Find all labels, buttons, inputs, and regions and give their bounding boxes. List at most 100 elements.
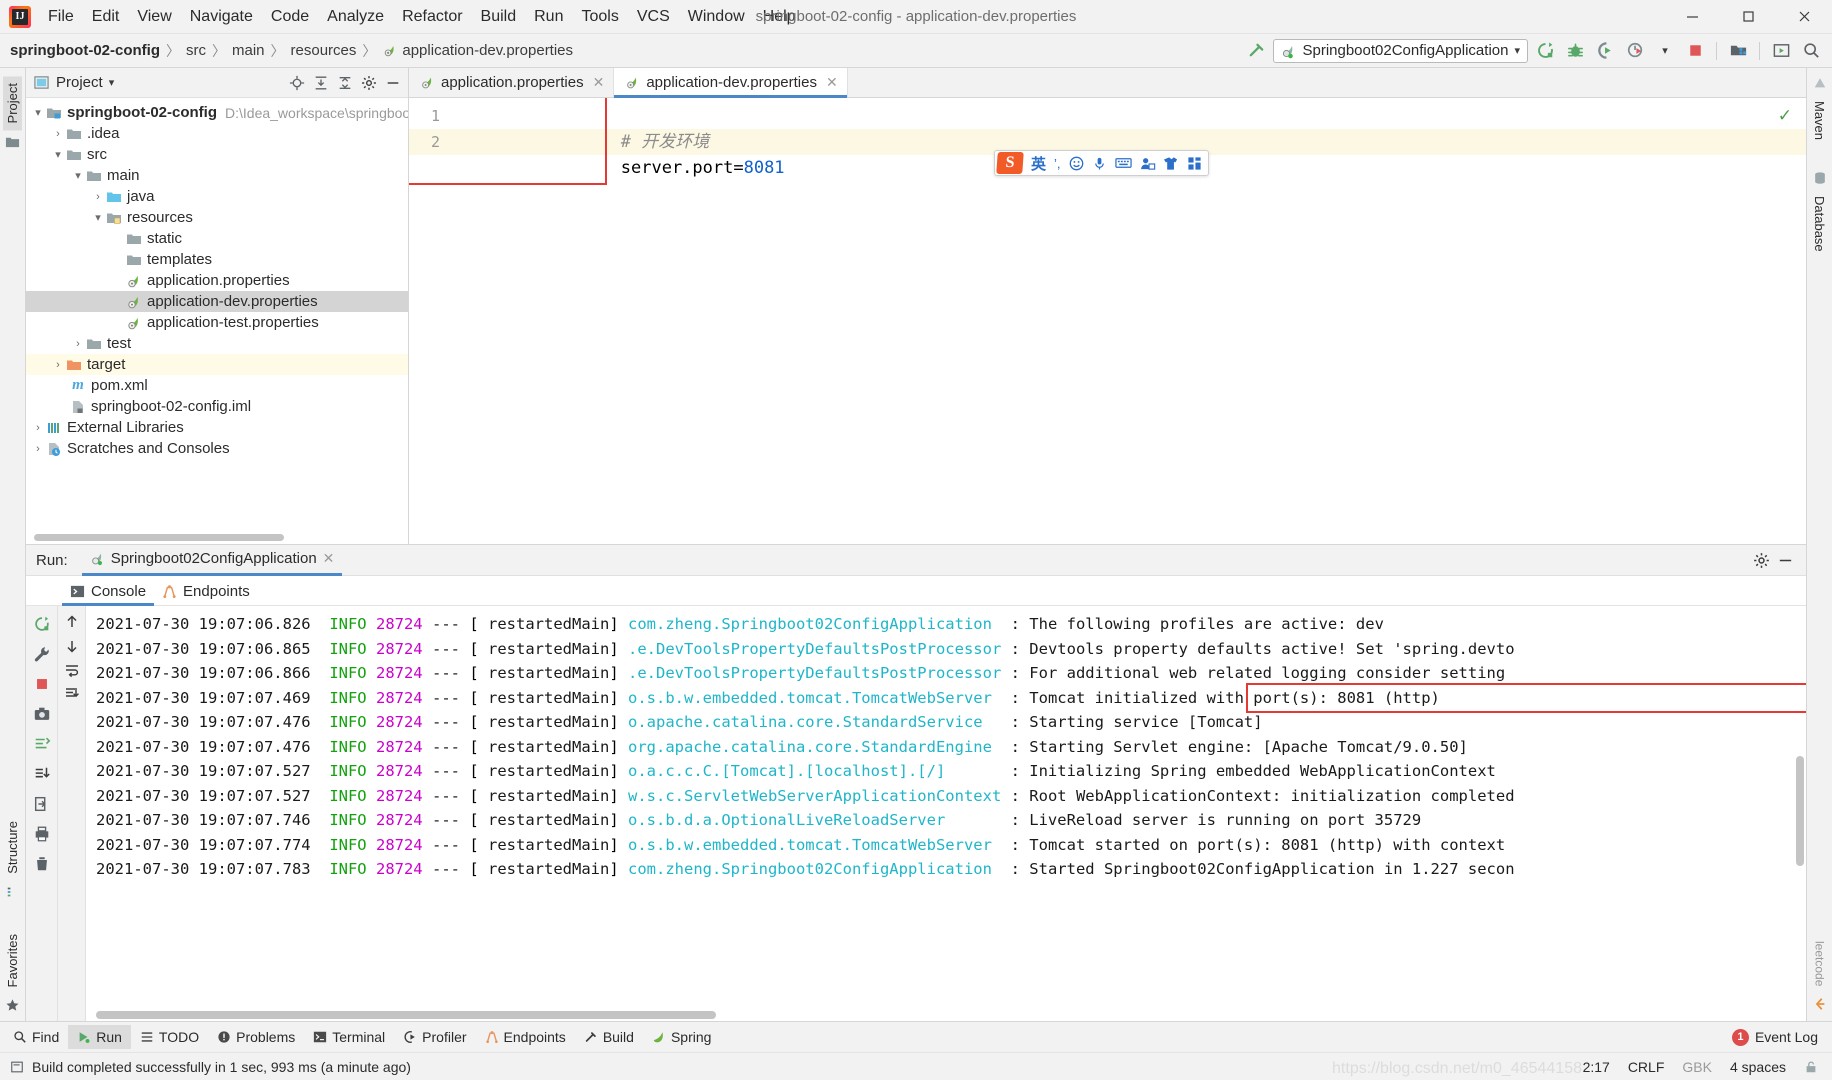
tree-row-iml[interactable]: springboot-02-config.iml: [26, 396, 408, 417]
inspection-status-icon[interactable]: ✓: [1778, 106, 1792, 126]
run-configuration-selector[interactable]: Springboot02ConfigApplication ▾: [1273, 38, 1528, 63]
tab-application-properties[interactable]: application.properties ✕: [409, 68, 615, 97]
trash-icon[interactable]: [30, 852, 54, 876]
tree-row-idea[interactable]: › .idea: [26, 123, 408, 144]
status-tool-endpoints[interactable]: Endpoints: [476, 1025, 575, 1049]
scroll-to-end-icon[interactable]: [60, 682, 84, 706]
stop-icon[interactable]: [30, 672, 54, 696]
search-everywhere-icon[interactable]: [1798, 38, 1824, 64]
ime-mode-label[interactable]: 英: [1031, 153, 1046, 174]
console-output[interactable]: 2021-07-30 19:07:06.826 INFO 28724 --- […: [86, 606, 1806, 1021]
chevron-right-icon[interactable]: ›: [50, 128, 66, 140]
chevron-right-icon[interactable]: ›: [50, 359, 66, 371]
import-icon[interactable]: [30, 792, 54, 816]
chevron-right-icon[interactable]: ›: [70, 338, 86, 350]
hide-panel-icon[interactable]: [382, 72, 404, 94]
chevron-right-icon[interactable]: ›: [90, 191, 106, 203]
menu-build[interactable]: Build: [472, 5, 526, 29]
hide-panel-icon[interactable]: [1774, 549, 1796, 571]
chevron-down-icon[interactable]: ▾: [1514, 44, 1520, 57]
sidebar-item-structure[interactable]: Structure: [3, 814, 22, 881]
menu-navigate[interactable]: Navigate: [181, 5, 262, 29]
menu-view[interactable]: View: [128, 5, 180, 29]
expand-all-icon[interactable]: [310, 72, 332, 94]
sidebar-item-project[interactable]: Project: [3, 76, 22, 131]
wrench-icon[interactable]: [30, 642, 54, 666]
run-configuration-tab[interactable]: Springboot02ConfigApplication ✕: [81, 545, 343, 576]
chevron-down-icon[interactable]: ▾: [1652, 38, 1678, 64]
close-button[interactable]: [1776, 0, 1832, 34]
apps-icon[interactable]: [1187, 156, 1202, 171]
menu-vcs[interactable]: VCS: [628, 5, 679, 29]
chevron-down-icon[interactable]: ▾: [109, 76, 115, 89]
sidebar-item-database[interactable]: Database: [1810, 189, 1829, 259]
tree-row-external-libraries[interactable]: › External Libraries: [26, 417, 408, 438]
maximize-button[interactable]: [1720, 0, 1776, 34]
tree-row-target[interactable]: › target: [26, 354, 408, 375]
settings-gear-icon[interactable]: [1750, 549, 1772, 571]
tree-row-application-test-properties[interactable]: application-test.properties: [26, 312, 408, 333]
punctuation-icon[interactable]: ’,: [1054, 156, 1061, 171]
minimize-button[interactable]: [1664, 0, 1720, 34]
tab-console[interactable]: Console: [62, 576, 155, 606]
sidebar-item-leetcode[interactable]: leetcode: [1811, 934, 1829, 993]
file-encoding[interactable]: GBK: [1682, 1059, 1712, 1075]
tree-row-src[interactable]: ▾ src: [26, 144, 408, 165]
tree-row-resources[interactable]: ▾ resources: [26, 207, 408, 228]
menu-tools[interactable]: Tools: [572, 5, 627, 29]
tree-row-application-properties[interactable]: application.properties: [26, 270, 408, 291]
sogou-ime-toolbar[interactable]: S 英 ’,: [994, 150, 1209, 176]
breadcrumb-item-file[interactable]: application-dev.properties: [402, 42, 573, 59]
status-tool-profiler[interactable]: Profiler: [394, 1025, 475, 1049]
locate-icon[interactable]: [286, 72, 308, 94]
lock-icon[interactable]: [1804, 1060, 1818, 1074]
tree-row-pom-xml[interactable]: m pom.xml: [26, 375, 408, 396]
chevron-right-icon[interactable]: ›: [30, 443, 46, 455]
tree-row-templates[interactable]: templates: [26, 249, 408, 270]
debug-icon[interactable]: [1562, 38, 1588, 64]
project-tree-horizontal-scrollbar[interactable]: [34, 534, 284, 541]
status-tool-find[interactable]: Find: [4, 1025, 68, 1049]
status-tool-build[interactable]: Build: [575, 1025, 643, 1049]
tree-row-springboot-02-config[interactable]: ▾ springboot-02-config D:\Idea_workspace…: [26, 102, 408, 123]
status-tool-problems[interactable]: Problems: [208, 1025, 304, 1049]
menu-file[interactable]: File: [39, 5, 83, 29]
tab-application-dev-properties[interactable]: application-dev.properties ✕: [614, 68, 848, 98]
menu-run[interactable]: Run: [525, 5, 572, 29]
stop-icon[interactable]: [1682, 38, 1708, 64]
soft-wrap-icon[interactable]: [60, 658, 84, 682]
chevron-down-icon[interactable]: ▾: [90, 211, 106, 224]
menu-analyze[interactable]: Analyze: [318, 5, 393, 29]
editor-area[interactable]: 1 2 # 开发环境 server.port=8081 ✓ S 英 ’,: [409, 98, 1806, 544]
updates-icon[interactable]: [1768, 38, 1794, 64]
status-tool-terminal[interactable]: Terminal: [304, 1025, 394, 1049]
keyboard-icon[interactable]: [1114, 156, 1132, 170]
sidebar-item-favorites[interactable]: Favorites: [3, 927, 22, 994]
tab-endpoints[interactable]: Endpoints: [154, 576, 258, 606]
menu-refactor[interactable]: Refactor: [393, 5, 471, 29]
print-icon[interactable]: [30, 822, 54, 846]
scroll-up-icon[interactable]: [60, 610, 84, 634]
breadcrumb-item-src[interactable]: src: [186, 42, 206, 59]
rerun-icon[interactable]: [1532, 38, 1558, 64]
sidebar-item-maven[interactable]: Maven: [1810, 94, 1829, 147]
project-structure-icon[interactable]: [1725, 38, 1751, 64]
status-tool-todo[interactable]: TODO: [131, 1025, 208, 1049]
breadcrumb-item-project[interactable]: springboot-02-config: [10, 42, 160, 59]
chevron-right-icon[interactable]: ›: [30, 422, 46, 434]
settings-gear-icon[interactable]: [358, 72, 380, 94]
chevron-down-icon[interactable]: ▾: [30, 106, 46, 119]
user-icon[interactable]: [1140, 156, 1156, 171]
tree-row-main[interactable]: ▾ main: [26, 165, 408, 186]
close-icon[interactable]: ✕: [593, 74, 605, 91]
chevron-down-icon[interactable]: ▾: [50, 148, 66, 161]
thread-dump-icon[interactable]: [30, 732, 54, 756]
console-vertical-scrollbar[interactable]: [1796, 756, 1804, 866]
console-horizontal-scrollbar[interactable]: [96, 1011, 716, 1019]
emoji-icon[interactable]: [1069, 156, 1084, 171]
status-tool-spring[interactable]: Spring: [643, 1025, 720, 1049]
microphone-icon[interactable]: [1092, 156, 1107, 171]
chevron-down-icon[interactable]: ▾: [70, 169, 86, 182]
caret-position[interactable]: 2:17: [1583, 1059, 1610, 1075]
export-icon[interactable]: [30, 762, 54, 786]
